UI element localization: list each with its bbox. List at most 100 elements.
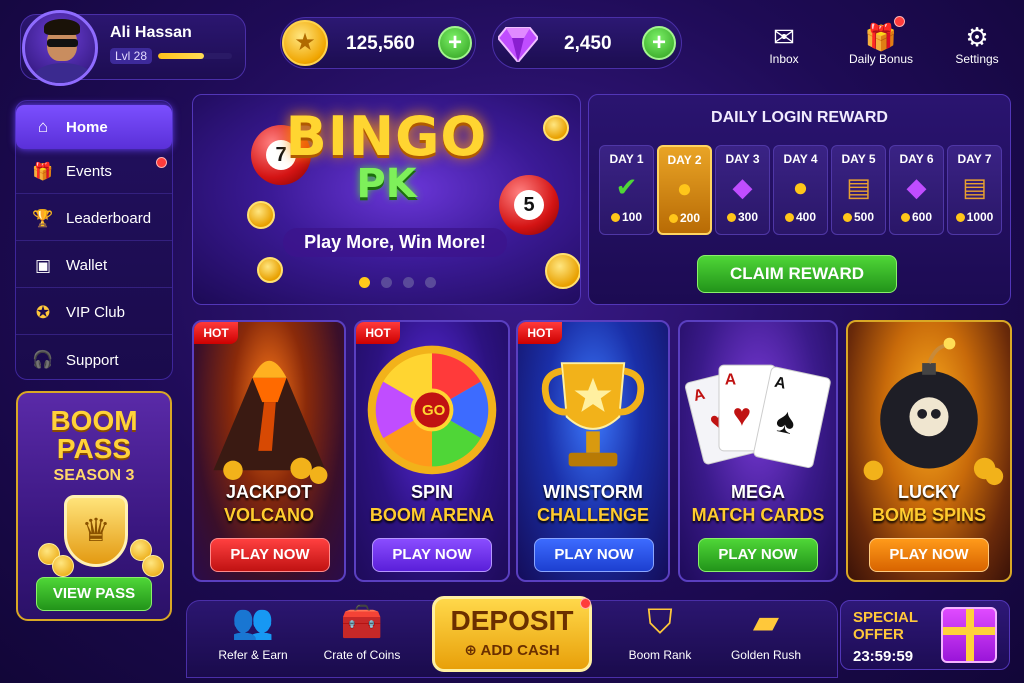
play-now-button[interactable]: PLAY NOW: [210, 538, 330, 572]
coin-icon: [257, 257, 283, 283]
coin-balance: 125,560: [346, 33, 415, 54]
deposit-button[interactable]: DEPOSIT ⊕ ADD CASH: [432, 596, 592, 672]
day-tile[interactable]: DAY 4 ● 400: [773, 145, 828, 235]
carousel-dot[interactable]: [403, 277, 414, 288]
coin-icon: ★: [282, 20, 328, 66]
game-card-spin-boom-arena[interactable]: GO HOT SPIN BOOM ARENA PLAY NOW: [354, 320, 510, 582]
boom-pass-season: SEASON 3: [53, 467, 135, 484]
day-tile[interactable]: DAY 2 ● 200: [657, 145, 712, 235]
game-card-lucky-bomb-spins[interactable]: LUCKY BOMB SPINS PLAY NOW: [846, 320, 1012, 582]
special-offer-title: SPECIAL OFFER: [853, 609, 918, 643]
game-subtitle: CHALLENGE: [537, 505, 649, 525]
golden-rush-label: Golden Rush: [730, 648, 802, 662]
coin-icon: [900, 213, 910, 223]
daily-reward-title: DAILY LOGIN REWARD: [711, 109, 888, 126]
day-reward-amount: 500: [832, 210, 885, 224]
coin-icon: [842, 213, 852, 223]
game-title: JACKPOT: [225, 482, 312, 502]
xp-progress-bar: [158, 53, 232, 59]
daily-login-reward-panel: DAILY LOGIN REWARD DAY 1 ✔ 100 DAY 2 ● 200 DAY…: [588, 94, 1011, 305]
sidebar-item-leaderboard[interactable]: 🏆 Leaderboard: [16, 197, 172, 241]
gem-icon: ◆: [906, 172, 927, 202]
golden-rush-button[interactable]: ▰ Golden Rush: [716, 596, 816, 662]
coin-icon: [784, 213, 794, 223]
boom-pass-panel[interactable]: BOOM PASS SEASON 3 ♛ VIEW PASS: [16, 391, 172, 621]
star-icon: ✪: [35, 302, 51, 322]
headset-icon: 🎧: [32, 350, 54, 369]
refer-earn-button[interactable]: 👥 Refer & Earn: [203, 596, 303, 662]
settings-button[interactable]: ⚙ Settings: [937, 22, 1017, 66]
view-pass-button[interactable]: VIEW PASS: [36, 577, 152, 611]
game-title: SPIN: [410, 482, 453, 502]
boom-pass-title: BOOM PASS: [50, 405, 138, 464]
player-name: Ali Hassan: [110, 24, 192, 41]
avatar[interactable]: [22, 10, 98, 86]
plus-circle-icon: ⊕: [464, 642, 481, 659]
carousel-dot[interactable]: [425, 277, 436, 288]
day-tile[interactable]: DAY 3 ◆ 300: [715, 145, 770, 235]
deposit-label: DEPOSIT: [450, 605, 574, 636]
day-label: DAY 6: [899, 152, 934, 166]
sidebar-item-label: Home: [66, 118, 108, 136]
game-card-mega-match-cards[interactable]: A♥ A♥ A♠ MEGA MATCH CARDS PLAY NOW: [678, 320, 838, 582]
trophy-icon: [541, 362, 645, 467]
boom-rank-button[interactable]: ⛉ Boom Rank: [610, 596, 710, 662]
day-tile[interactable]: DAY 1 ✔ 100: [599, 145, 654, 235]
sidebar-item-wallet[interactable]: ▣ Wallet: [16, 244, 172, 288]
day-label: DAY 7: [957, 152, 992, 166]
add-gems-button[interactable]: +: [642, 26, 676, 60]
trophy-icon: 🏆: [32, 208, 54, 228]
gold-bars-icon: ▰: [752, 603, 780, 641]
carousel-dot[interactable]: [359, 277, 370, 288]
claim-reward-button[interactable]: CLAIM REWARD: [697, 255, 897, 293]
game-card-jackpot-volcano[interactable]: HOT JACKPOT VOLCANO PLAY NOW: [192, 320, 346, 582]
rank-shield-icon: ⛉: [647, 603, 673, 641]
sidebar-item-events[interactable]: 🎁 Events: [16, 150, 172, 194]
carousel-dots[interactable]: [359, 277, 436, 288]
inbox-button[interactable]: ✉ Inbox: [744, 22, 824, 66]
game-subtitle: MATCH CARDS: [691, 505, 825, 525]
game-card-winstorm-challenge[interactable]: HOT WINSTORM CHALLENGE PLAY NOW: [516, 320, 670, 582]
boom-rank-label: Boom Rank: [628, 648, 692, 662]
coins-icon: ●: [676, 173, 693, 203]
play-now-button[interactable]: PLAY NOW: [869, 538, 989, 572]
treasure-chest-icon: 🧰: [340, 603, 384, 641]
sidebar-item-home[interactable]: ⌂ Home: [16, 105, 172, 149]
add-coins-button[interactable]: +: [438, 26, 472, 60]
hot-badge: HOT: [356, 322, 400, 344]
home-icon: ⌂: [37, 117, 49, 136]
settings-label: Settings: [955, 52, 999, 66]
day-reward-amount: 100: [600, 210, 653, 224]
crate-of-coins-button[interactable]: 🧰 Crate of Coins: [312, 596, 412, 662]
hot-badge: HOT: [518, 322, 562, 344]
special-offer-panel[interactable]: SPECIAL OFFER 23:59:59: [840, 600, 1010, 670]
day-label: DAY 4: [783, 152, 818, 166]
bomb-icon: [863, 337, 1004, 486]
banner-subtitle: PK: [356, 161, 417, 207]
promo-banner[interactable]: 7 5 BINGO PK Play More, Win More!: [192, 94, 581, 305]
banner-title: BINGO: [285, 105, 488, 168]
day-tile[interactable]: DAY 7 ▤ 1000: [947, 145, 1002, 235]
play-now-button[interactable]: PLAY NOW: [698, 538, 818, 572]
level-badge: Lvl 28: [110, 48, 153, 64]
day-tile[interactable]: DAY 5 ▤ 500: [831, 145, 886, 235]
daily-bonus-label: Daily Bonus: [848, 52, 914, 66]
notification-dot: [894, 16, 905, 27]
daily-bonus-button[interactable]: 🎁 Daily Bonus: [841, 22, 921, 66]
play-now-button[interactable]: PLAY NOW: [534, 538, 654, 572]
chest-icon: ▤: [962, 172, 987, 202]
svg-text:♥: ♥: [733, 398, 752, 433]
users-icon: 👥: [231, 603, 275, 641]
carousel-dot[interactable]: [381, 277, 392, 288]
wheel-go-label: GO: [422, 402, 446, 419]
check-icon: ✔: [615, 172, 638, 202]
sidebar-item-support[interactable]: 🎧 Support: [16, 338, 172, 382]
crown-shield-icon: ♛: [64, 495, 128, 567]
day-tile[interactable]: DAY 6 ◆ 600: [889, 145, 944, 235]
sidebar-item-label: Wallet: [66, 257, 108, 274]
play-now-button[interactable]: PLAY NOW: [372, 538, 492, 572]
sidebar-item-vip-club[interactable]: ✪ VIP Club: [16, 291, 172, 335]
playing-cards-icon: A♥ A♥ A♠: [684, 364, 831, 469]
gift-icon: 🎁: [864, 22, 898, 52]
coin-icon: [955, 213, 965, 223]
